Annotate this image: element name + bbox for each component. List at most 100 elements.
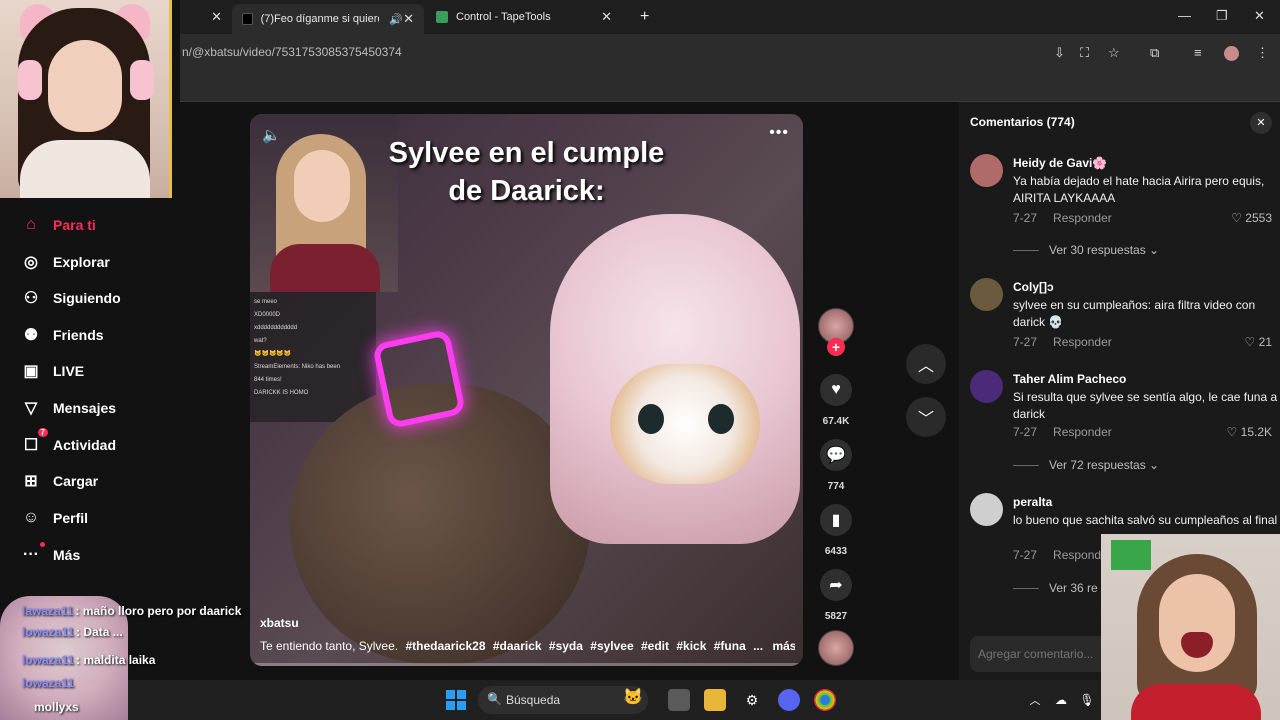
comment-button[interactable]: 💬 bbox=[820, 439, 852, 471]
avatar[interactable] bbox=[970, 493, 1003, 526]
comment-text: Si resulta que sylvee se sentía algo, le… bbox=[1013, 390, 1278, 421]
previous-video-button[interactable]: ︿ bbox=[906, 344, 946, 384]
nav-item-cargar[interactable]: ⊞ Cargar bbox=[20, 470, 98, 492]
hashtag[interactable]: #funa bbox=[714, 639, 746, 653]
task-view-icon[interactable] bbox=[668, 689, 690, 711]
comment-like-button[interactable]: ♡ 15.2K bbox=[1227, 425, 1272, 439]
url-field[interactable]: n/@xbatsu/video/7531753085375450374 bbox=[182, 45, 402, 59]
minimize-icon[interactable]: — bbox=[1178, 8, 1191, 23]
comment-author[interactable]: Taher Alim Pacheco bbox=[1013, 372, 1126, 386]
extensions-icon[interactable]: ⧉ bbox=[1150, 45, 1159, 61]
save-count: 6433 bbox=[824, 546, 848, 557]
avatar[interactable] bbox=[970, 278, 1003, 311]
windows-taskbar: 🔍 Búsqueda 🐱 ⚙ ︿ ☁ 🎙 bbox=[128, 680, 1101, 720]
hashtag[interactable]: #sylvee bbox=[590, 639, 633, 653]
video-player[interactable]: se meeo XD0000D xdddddddddddd wat? 🐱🐱🐱🐱🐱… bbox=[250, 114, 803, 666]
nav-label: Para ti bbox=[53, 217, 96, 233]
view-replies-button[interactable]: Ver 30 respuestas ⌄ bbox=[1013, 243, 1159, 257]
tray-mic-icon[interactable]: 🎙 bbox=[1076, 689, 1098, 711]
nav-item-live[interactable]: ▣ LIVE bbox=[20, 360, 84, 382]
avatar[interactable] bbox=[970, 154, 1003, 187]
like-button[interactable]: ♥ bbox=[820, 374, 852, 406]
file-explorer-icon[interactable] bbox=[704, 689, 726, 711]
video-chat-inset: se meeo XD0000D xdddddddddddd wat? 🐱🐱🐱🐱🐱… bbox=[250, 292, 376, 422]
tray-chevron-up-icon[interactable]: ︿ bbox=[1024, 689, 1046, 711]
more-link[interactable]: más bbox=[772, 639, 795, 653]
comment-meta: 7-27 Responder bbox=[1013, 425, 1112, 439]
profile-avatar[interactable] bbox=[1224, 46, 1239, 61]
music-disc-avatar[interactable] bbox=[818, 630, 854, 666]
windows-start-icon[interactable] bbox=[446, 690, 466, 710]
save-button[interactable]: ▮ bbox=[820, 504, 852, 536]
tapetools-favicon-icon bbox=[436, 11, 448, 23]
new-tab-button[interactable]: + bbox=[630, 4, 659, 30]
volume-icon[interactable]: 🔈 bbox=[262, 126, 281, 144]
bookmark-star-icon[interactable]: ☆ bbox=[1108, 45, 1120, 61]
hashtag[interactable]: #daarick bbox=[493, 639, 542, 653]
comment-count: 774 bbox=[827, 481, 845, 492]
speaker-icon[interactable]: 🔊 bbox=[389, 13, 403, 26]
avatar[interactable] bbox=[970, 370, 1003, 403]
reply-button[interactable]: Responder bbox=[1053, 335, 1112, 349]
hashtag[interactable]: #kick bbox=[676, 639, 706, 653]
nav-item-mas[interactable]: ··· Más bbox=[20, 542, 80, 566]
comment-text: lo bueno que sachita salvó su cumpleaños… bbox=[1013, 513, 1278, 527]
reply-button[interactable]: Responder bbox=[1053, 425, 1112, 439]
send-icon: ▽ bbox=[24, 400, 38, 417]
nav-label: Friends bbox=[53, 327, 104, 343]
search-icon: 🔍 bbox=[487, 692, 502, 706]
follow-plus-icon[interactable]: + bbox=[827, 338, 845, 356]
tab-close-icon[interactable]: ✕ bbox=[403, 11, 414, 27]
live-icon: ▣ bbox=[23, 363, 39, 380]
hashtag[interactable]: #edit bbox=[641, 639, 669, 653]
video-more-icon[interactable]: ••• bbox=[769, 124, 789, 142]
browser-tab-tiktok[interactable]: (7)Feo díganme si quieren... 🔊 ✕ bbox=[232, 4, 424, 34]
view-replies-button[interactable]: Ver 36 re bbox=[1013, 581, 1098, 595]
nav-item-actividad[interactable]: ☐ 7 Actividad bbox=[20, 428, 116, 456]
nav-item-friends[interactable]: ⚉ Friends bbox=[20, 324, 104, 346]
nav-item-mensajes[interactable]: ▽ Mensajes bbox=[20, 397, 116, 419]
maximize-icon[interactable]: ❐ bbox=[1216, 8, 1228, 24]
discord-icon[interactable] bbox=[778, 689, 800, 711]
share-button[interactable]: ➦ bbox=[820, 569, 852, 601]
nav-item-siguiendo[interactable]: ⚇ Siguiendo bbox=[20, 287, 121, 309]
nav-item-explorar[interactable]: ◎ Explorar bbox=[20, 251, 110, 273]
comments-close-button[interactable]: ✕ bbox=[1250, 112, 1272, 134]
chat-message: lawaza11: maño lloro pero por daarick bbox=[22, 604, 242, 618]
window-close-icon[interactable]: ✕ bbox=[1254, 8, 1265, 24]
video-progress-bar[interactable] bbox=[250, 663, 803, 666]
browser-tab-partial[interactable]: ✕ bbox=[180, 4, 232, 30]
share-count: 5827 bbox=[824, 611, 848, 622]
hashtag[interactable]: #syda bbox=[549, 639, 583, 653]
reply-button[interactable]: Responder bbox=[1053, 211, 1112, 225]
widget-icon[interactable]: 🐱 bbox=[622, 686, 644, 708]
browser-tab-bar: ✕ (7)Feo díganme si quieren... 🔊 ✕ Contr… bbox=[180, 0, 1280, 34]
comment-author[interactable]: Heidy de Gavi🌸 bbox=[1013, 156, 1107, 170]
comment-like-button[interactable]: ♡ 2553 bbox=[1231, 211, 1272, 225]
chevron-up-icon: ︿ bbox=[917, 358, 934, 375]
chat-message: lowaza11: Data ... bbox=[22, 625, 123, 639]
tab-close-icon[interactable]: ✕ bbox=[211, 9, 222, 25]
comment-author[interactable]: peralta bbox=[1013, 495, 1052, 509]
comment-meta: 7-27 Responder bbox=[1013, 548, 1112, 562]
browser-tab-tapetools[interactable]: Control - TapeTools ✕ bbox=[426, 4, 622, 30]
comment-author[interactable]: Coly[]ↄ bbox=[1013, 280, 1054, 294]
chrome-icon[interactable] bbox=[814, 689, 836, 711]
settings-gear-icon[interactable]: ⚙ bbox=[741, 689, 763, 711]
nav-label: Cargar bbox=[53, 473, 99, 489]
comment-like-button[interactable]: ♡ 21 bbox=[1245, 335, 1272, 349]
chevron-down-icon: ﹀ bbox=[917, 411, 934, 428]
comment-text: Ya había dejado el hate hacia Airira per… bbox=[1013, 174, 1265, 205]
tab-close-icon[interactable]: ✕ bbox=[601, 9, 612, 25]
hashtag[interactable]: #thedaarick28 bbox=[405, 639, 485, 653]
nav-item-perfil[interactable]: ☺ Perfil bbox=[20, 507, 88, 529]
kebab-menu-icon[interactable]: ⋮ bbox=[1256, 45, 1269, 61]
translate-icon[interactable]: ⛶ bbox=[1080, 45, 1089, 61]
tray-network-icon[interactable]: ☁ bbox=[1050, 689, 1072, 711]
next-video-button[interactable]: ﹀ bbox=[906, 397, 946, 437]
home-icon: ⌂ bbox=[26, 216, 36, 233]
install-app-icon[interactable]: ⇩ bbox=[1054, 45, 1065, 61]
nav-item-para-ti[interactable]: ⌂ Para ti bbox=[20, 214, 96, 236]
view-replies-button[interactable]: Ver 72 respuestas ⌄ bbox=[1013, 458, 1159, 472]
media-control-icon[interactable]: ≡ bbox=[1194, 45, 1202, 60]
